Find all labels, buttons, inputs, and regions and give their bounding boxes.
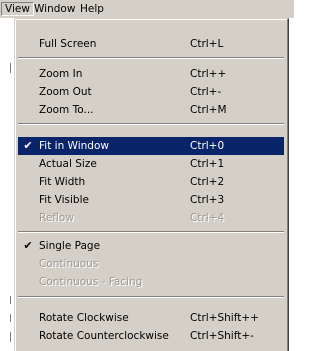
menu-item-label: Reflow [39, 212, 74, 224]
menu-item-continuous: Continuous [18, 255, 284, 273]
menu-item-label: Actual Size [39, 158, 97, 170]
menu-item-actual-size[interactable]: Actual Size Ctrl+1 [18, 155, 284, 173]
menu-item-zoom-out[interactable]: Zoom Out Ctrl+- [18, 83, 284, 101]
menu-item-label: Rotate Clockwise [39, 312, 129, 324]
menu-item-full-screen[interactable]: Full Screen Ctrl+L [18, 35, 284, 53]
menu-item-shortcut: Ctrl+M [190, 104, 227, 116]
menu-item-shortcut: Ctrl+1 [190, 158, 225, 170]
menu-item-single-page[interactable]: ✔ Single Page [18, 237, 284, 255]
menu-help[interactable]: Help [77, 2, 107, 16]
menu-item-label: Fit in Window [39, 140, 109, 152]
menu-item-continuous-facing: Continuous - Facing [18, 273, 284, 291]
menu-item-shortcut: Ctrl+- [190, 86, 222, 98]
menu-item-label: Full Screen [39, 38, 97, 50]
menu-item-label: Zoom In [39, 68, 83, 80]
menu-item-label: Zoom Out [39, 86, 92, 98]
background-mark [10, 63, 11, 73]
menu-item-zoom-in[interactable]: Zoom In Ctrl++ [18, 65, 284, 83]
menu-separator [18, 123, 284, 125]
menu-view[interactable]: View [1, 2, 34, 16]
menu-item-shortcut: Ctrl+Shift++ [190, 312, 259, 324]
menu-item-fit-width[interactable]: Fit Width Ctrl+2 [18, 173, 284, 191]
menu-separator [18, 296, 284, 298]
background-mark [10, 296, 11, 304]
menu-item-rotate-clockwise[interactable]: Rotate Clockwise Ctrl+Shift++ [18, 309, 284, 327]
menu-item-shortcut: Ctrl+3 [190, 194, 225, 206]
checkmark-icon: ✔ [23, 139, 33, 152]
menu-item-label: Zoom To... [39, 104, 94, 116]
checkmark-icon: ✔ [23, 239, 33, 252]
menu-item-rotate-counterclockwise[interactable]: Rotate Counterclockwise Ctrl+Shift+- [18, 327, 284, 345]
menu-item-shortcut: Ctrl+2 [190, 176, 225, 188]
background-mark [10, 332, 11, 342]
menu-item-label: Fit Width [39, 176, 86, 188]
menu-item-shortcut: Ctrl+L [190, 38, 224, 50]
menu-item-shortcut: Ctrl+Shift+- [190, 330, 254, 342]
menu-separator [18, 57, 284, 59]
background-mark [10, 314, 11, 322]
menu-window[interactable]: Window [31, 2, 78, 16]
menu-item-label: Single Page [39, 240, 101, 252]
menu-item-label: Fit Visible [39, 194, 89, 206]
menu-item-label: Continuous - Facing [39, 276, 143, 288]
background-window [0, 18, 14, 351]
menu-item-fit-visible[interactable]: Fit Visible Ctrl+3 [18, 191, 284, 209]
menu-separator [18, 231, 284, 233]
menu-bar: View Window Help [0, 0, 294, 18]
menu-item-label: Continuous [39, 258, 99, 270]
menu-item-reflow: Reflow Ctrl+4 [18, 209, 284, 227]
menu-item-shortcut: Ctrl+0 [190, 140, 225, 152]
menu-item-label: Rotate Counterclockwise [39, 330, 169, 342]
menu-item-shortcut: Ctrl+4 [190, 212, 225, 224]
menu-item-shortcut: Ctrl++ [190, 68, 227, 80]
menu-item-fit-in-window[interactable]: ✔ Fit in Window Ctrl+0 [18, 137, 284, 155]
menu-shadow [289, 20, 294, 351]
menu-item-zoom-to[interactable]: Zoom To... Ctrl+M [18, 101, 284, 119]
view-dropdown-menu: Full Screen Ctrl+L Zoom In Ctrl++ Zoom O… [14, 18, 289, 351]
